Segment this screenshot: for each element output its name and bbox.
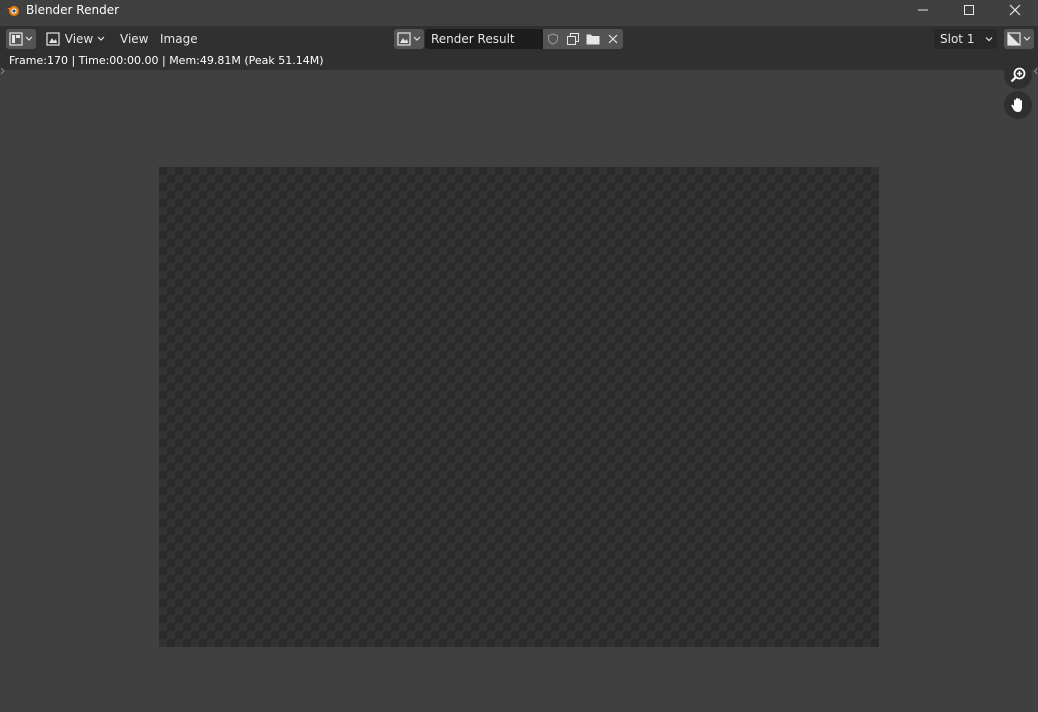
- window-titlebar: Blender Render: [0, 0, 1038, 20]
- minimize-button[interactable]: [900, 0, 946, 20]
- chevron-down-icon: [413, 36, 421, 41]
- unlink-icon: [608, 34, 618, 44]
- pan-gizmo-button[interactable]: [1004, 91, 1032, 119]
- close-window-button[interactable]: [992, 0, 1038, 20]
- view-mode-label: View: [64, 32, 94, 46]
- render-result-canvas[interactable]: [159, 167, 879, 647]
- window-title: Blender Render: [26, 3, 120, 17]
- pan-hand-icon: [1011, 98, 1022, 112]
- maximize-icon: [964, 5, 974, 15]
- image-name-field[interactable]: Render Result: [425, 29, 543, 49]
- image-editor-header: View View Image Render Result Slot 1: [0, 26, 1038, 52]
- image-view-icon: [46, 32, 60, 46]
- chevron-down-icon: [25, 36, 33, 41]
- render-slot-select[interactable]: Slot 1: [934, 29, 997, 49]
- zoom-icon: [1010, 67, 1026, 83]
- browse-image-button[interactable]: [394, 29, 424, 49]
- toolbar-expand-arrow-icon[interactable]: [0, 67, 5, 75]
- close-icon: [1009, 4, 1021, 16]
- window-controls: [900, 0, 1038, 20]
- fake-user-icon: [548, 33, 558, 45]
- minimize-icon: [918, 9, 928, 11]
- menu-image[interactable]: Image: [154, 29, 204, 49]
- open-image-button[interactable]: [583, 29, 603, 49]
- unlink-image-button[interactable]: [603, 29, 623, 49]
- maximize-button[interactable]: [946, 0, 992, 20]
- display-channels-icon: [1007, 32, 1021, 46]
- display-channels-button[interactable]: [1004, 29, 1034, 49]
- view-mode-dropdown[interactable]: View: [43, 29, 108, 49]
- blender-logo-icon: [5, 2, 21, 18]
- sidebar-expand-arrow-icon[interactable]: [1034, 67, 1038, 75]
- image-editor-icon: [9, 32, 23, 46]
- fake-user-button[interactable]: [543, 29, 563, 49]
- render-slot-label: Slot 1: [940, 32, 975, 46]
- open-folder-icon: [586, 34, 600, 45]
- chevron-down-icon: [97, 36, 105, 41]
- new-image-icon: [567, 33, 579, 45]
- render-info-text: Frame:170 | Time:00:00.00 | Mem:49.81M (…: [9, 54, 324, 67]
- render-info-bar: Frame:170 | Time:00:00.00 | Mem:49.81M (…: [0, 52, 1038, 70]
- new-image-button[interactable]: [563, 29, 583, 49]
- editor-type-button[interactable]: [6, 29, 36, 49]
- chevron-down-icon: [985, 37, 993, 42]
- menu-view[interactable]: View: [114, 29, 154, 49]
- chevron-down-icon: [1023, 36, 1031, 41]
- zoom-gizmo-button[interactable]: [1004, 61, 1032, 89]
- image-view-icon: [397, 32, 411, 46]
